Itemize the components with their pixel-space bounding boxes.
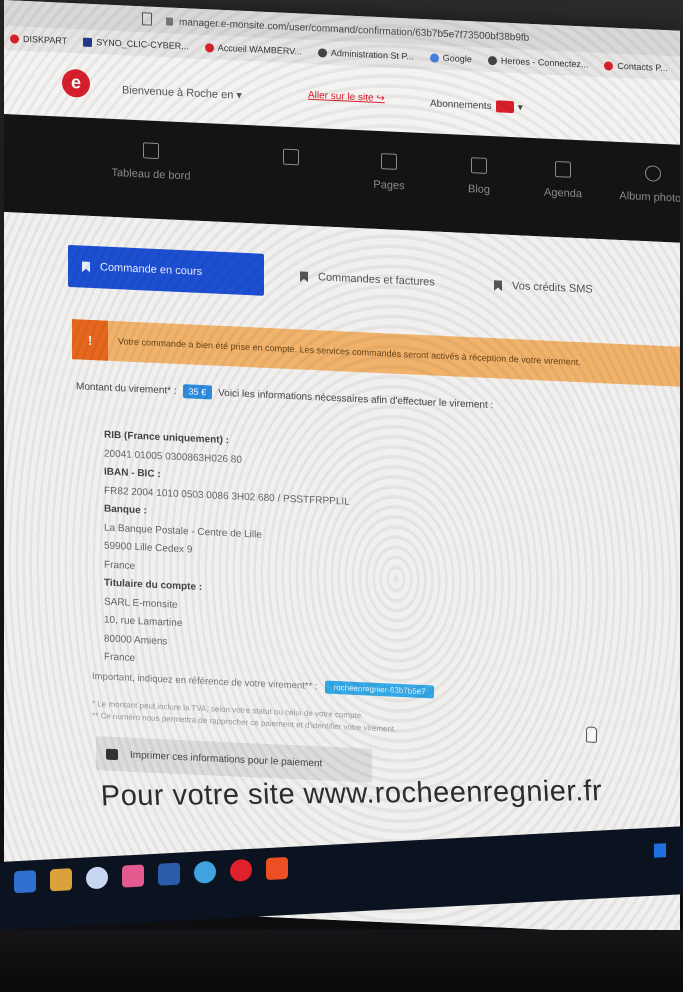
bookmark-item[interactable]: Administration St P...	[317, 47, 414, 62]
taskbar-icons	[14, 856, 288, 894]
printer-icon	[106, 748, 118, 760]
nav-content[interactable]	[236, 147, 346, 178]
bookmark-item[interactable]: SYNO_CLIC-CYBER...	[83, 37, 189, 51]
hand-cursor-icon	[586, 726, 597, 743]
bookmark-icon	[204, 42, 214, 53]
bank-title: Banque :	[104, 503, 147, 517]
tab-orders-invoices[interactable]: Commandes et factures	[286, 255, 449, 304]
nav-dashboard[interactable]: Tableau de bord	[96, 140, 206, 183]
document-app-icon[interactable]	[158, 862, 180, 886]
bookmark-icon	[10, 33, 19, 44]
order-confirmation-content: Commande en cours Commandes et factures …	[4, 212, 680, 936]
holder-title: Titulaire du compte :	[104, 577, 203, 593]
blog-icon	[471, 157, 487, 174]
chevron-down-icon: ▾	[517, 101, 523, 114]
desk-surface	[0, 930, 683, 992]
nav-album[interactable]: Album photos	[598, 163, 680, 206]
goto-site-link[interactable]: Aller sur le site ↪	[308, 90, 385, 104]
photos-app-icon[interactable]	[122, 864, 144, 888]
site-selector[interactable]: Bienvenue à Roche en ▾	[122, 83, 242, 101]
brave-browser-icon[interactable]	[266, 856, 288, 881]
amount-value-badge: 35 €	[182, 384, 213, 400]
tray-icon[interactable]	[654, 843, 666, 858]
site-watermark-text: Pour votre site www.rocheenregnier.fr	[100, 775, 604, 813]
bookmark-icon	[82, 261, 90, 272]
bookmark-item[interactable]: Accueil WAMBERV...	[204, 42, 302, 57]
tab-current-order[interactable]: Commande en cours	[68, 244, 264, 296]
iban-title: IBAN - BIC :	[104, 466, 161, 481]
amount-info: Voici les informations nécessaires afin …	[218, 387, 494, 411]
bookmark-icon	[300, 271, 308, 282]
folder-icon[interactable]	[14, 870, 36, 894]
calendar-app-icon[interactable]	[50, 868, 72, 892]
reference-badge[interactable]: rocheenregnier-63b7b5e7	[325, 680, 434, 699]
google-icon	[429, 52, 439, 63]
bookmark-icon	[604, 60, 614, 71]
footnotes: * Le montant peut inclure la TVA, selon …	[92, 698, 396, 736]
document-icon	[283, 148, 299, 166]
tab-icon[interactable]	[142, 12, 152, 26]
bookmark-item[interactable]: DISKPART	[10, 33, 67, 46]
bookmark-icon	[487, 55, 497, 65]
bookmark-item[interactable]: Google	[429, 52, 472, 64]
transfer-amount-line: Montant du virement* : 35 € Voici les in…	[76, 379, 493, 412]
rib-title: RIB (France uniquement) :	[104, 429, 230, 447]
bookmark-icon	[494, 280, 502, 291]
camera-icon	[645, 165, 661, 182]
bookmark-icon	[83, 37, 93, 47]
photo-of-monitor: manager.e-monsite.com/user/command/confi…	[0, 0, 683, 992]
notification-badge	[495, 100, 514, 114]
alert-text: Votre commande a bien été prise en compt…	[118, 336, 581, 368]
subscriptions-menu[interactable]: Abonnements ▾	[430, 97, 523, 114]
security-app-icon[interactable]	[86, 866, 108, 890]
bookmark-item[interactable]: Contacts P...	[604, 60, 668, 73]
bookmark-icon	[317, 47, 327, 58]
lock-icon	[166, 17, 173, 26]
exclamation-icon: !	[72, 319, 108, 361]
calendar-icon	[555, 161, 571, 178]
tab-sms-credits[interactable]: Vos crédits SMS	[480, 264, 607, 312]
monitor-screen: manager.e-monsite.com/user/command/confi…	[4, 0, 680, 936]
bookmark-item[interactable]: Heroes - Connectez...	[487, 55, 588, 70]
home-icon	[143, 142, 159, 160]
warning-alert: ! Votre commande a bien été prise en com…	[72, 319, 680, 387]
page-icon	[381, 153, 397, 170]
subscriptions-label: Abonnements	[430, 97, 492, 112]
print-payment-info-button[interactable]: Imprimer ces informations pour le paieme…	[96, 736, 372, 783]
opera-browser-icon[interactable]	[230, 858, 252, 882]
amount-label: Montant du virement* :	[76, 380, 177, 397]
edge-browser-icon[interactable]	[194, 860, 216, 884]
bank-details: RIB (France uniquement) : 20041 01005 03…	[104, 427, 350, 679]
e-monsite-logo[interactable]: e	[62, 68, 90, 98]
